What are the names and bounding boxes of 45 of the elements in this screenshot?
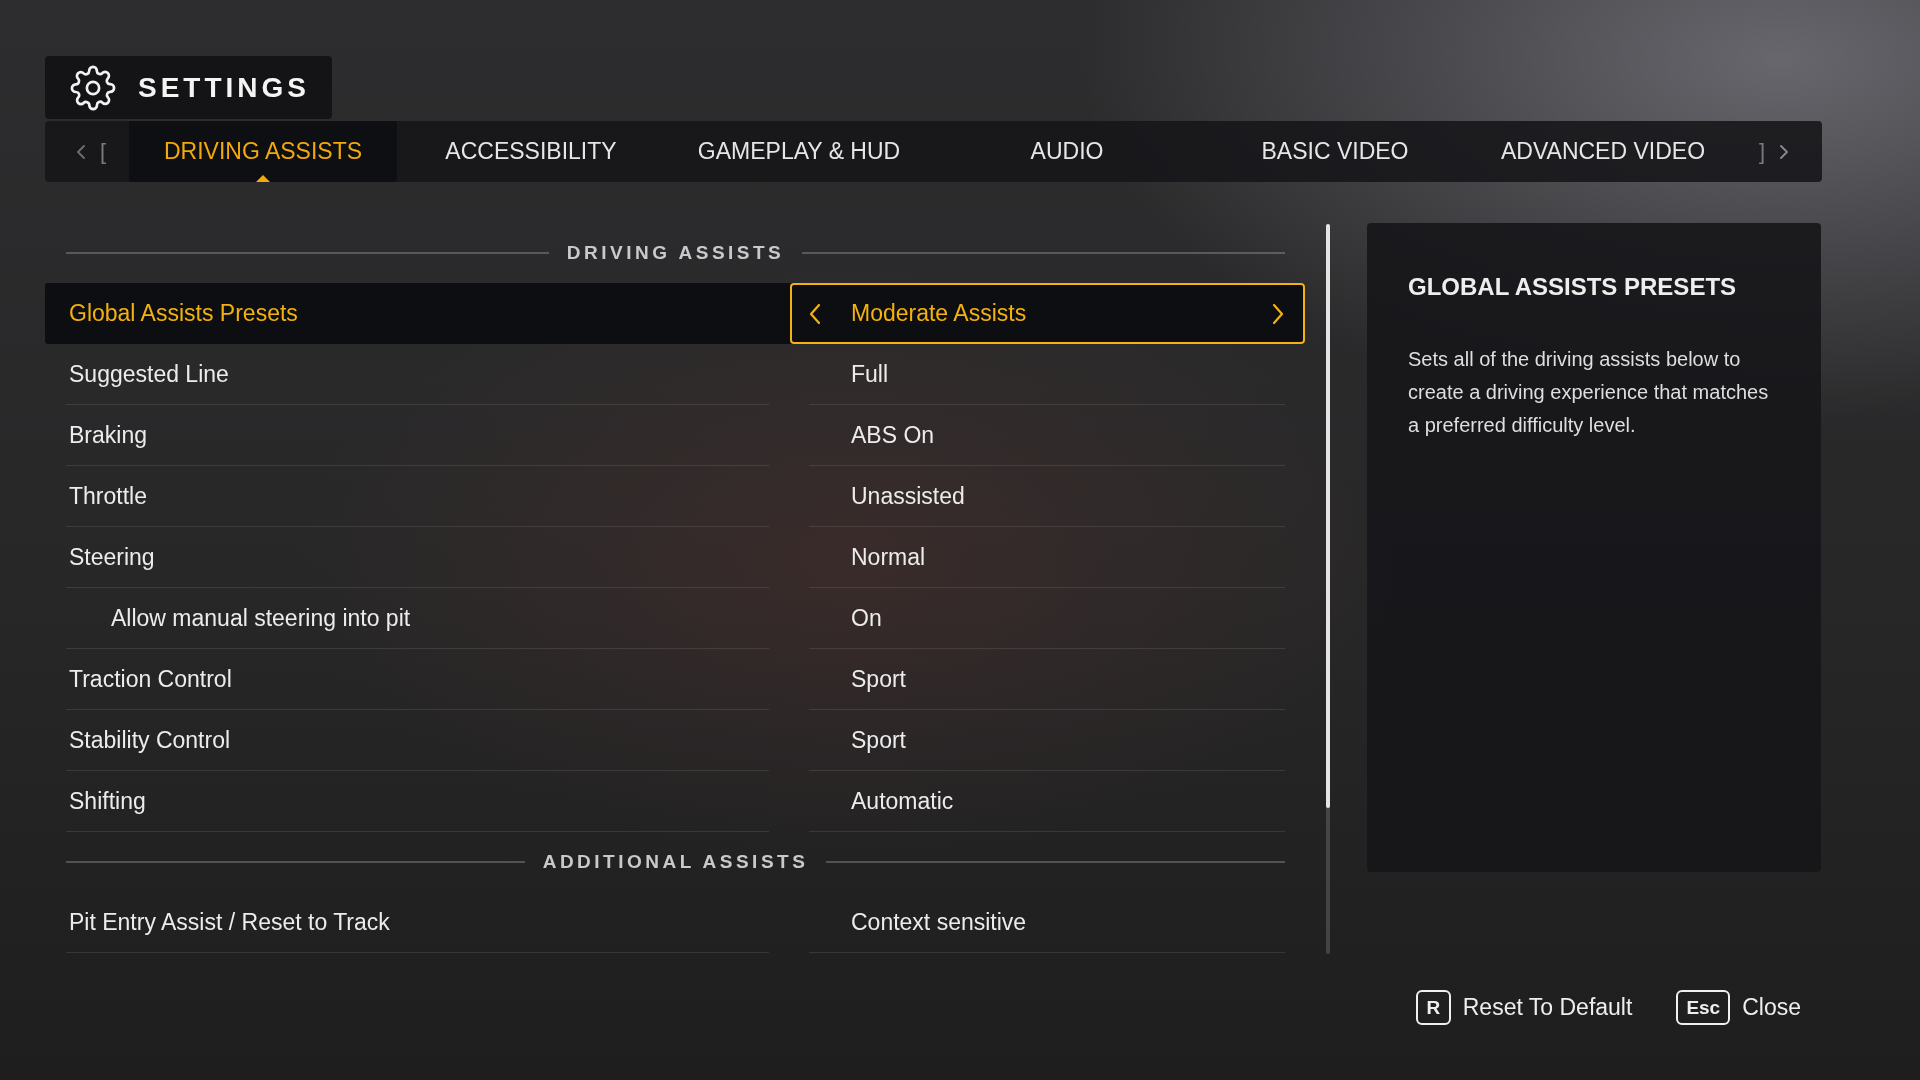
setting-label[interactable]: Braking	[69, 421, 147, 449]
setting-label[interactable]: Steering	[69, 543, 155, 571]
setting-value: Context sensitive	[851, 908, 1027, 936]
scrollbar-thumb[interactable]	[1326, 224, 1330, 808]
scrollbar[interactable]	[1326, 224, 1330, 954]
setting-label[interactable]: Throttle	[69, 482, 147, 510]
chevron-right-icon[interactable]	[1779, 143, 1790, 160]
setting-value: Full	[851, 360, 889, 388]
setting-value: On	[851, 604, 882, 632]
value-selector[interactable]: Moderate Assists	[790, 283, 1305, 344]
setting-label[interactable]: Suggested Line	[69, 360, 229, 388]
settings-icon	[70, 64, 116, 111]
highlighted-row[interactable]: Global Assists Presets Moderate Assists	[45, 283, 1305, 344]
setting-label[interactable]: Stability Control	[69, 726, 231, 754]
tab[interactable]: ADVANCED VIDEO	[1469, 121, 1737, 182]
setting-value: Unassisted	[851, 482, 965, 510]
setting-label[interactable]: Traction Control	[69, 665, 232, 693]
settings-title: SETTINGS	[138, 71, 310, 104]
setting-label[interactable]: Global Assists Presets	[69, 299, 298, 327]
setting-value: Automatic	[851, 787, 954, 815]
tab[interactable]: AUDIO	[933, 121, 1201, 182]
chevron-right-icon[interactable]	[1272, 302, 1284, 325]
chevron-left-icon[interactable]	[809, 302, 821, 325]
keycap: Esc	[1676, 990, 1731, 1025]
tab[interactable]: GAMEPLAY & HUD	[665, 121, 933, 182]
key-hint: ]	[1759, 138, 1766, 165]
section-heading: ADDITIONAL ASSISTS	[542, 851, 809, 873]
footer-action[interactable]: Esc Close	[1676, 990, 1801, 1025]
setting-label[interactable]: Allow manual steering into pit	[111, 604, 411, 632]
info-title: GLOBAL ASSISTS PRESETS	[1408, 273, 1738, 301]
section-heading: DRIVING ASSISTS	[566, 242, 785, 264]
tab[interactable]: BASIC VIDEO	[1201, 121, 1469, 182]
keycap: R	[1415, 990, 1451, 1025]
tab[interactable]: DRIVING ASSISTS	[129, 121, 397, 182]
key-hint: [	[100, 138, 107, 165]
setting-value: Sport	[851, 665, 906, 693]
setting-value: ABS On	[851, 421, 935, 449]
setting-value: Sport	[851, 726, 906, 754]
selected-marker-icon	[256, 175, 270, 182]
setting-label[interactable]: Shifting	[69, 787, 146, 815]
setting-label[interactable]: Pit Entry Assist / Reset to Track	[69, 908, 390, 936]
info-description: Sets all of the driving assists below to create a driving experience that matches a preferred difficulty level.	[1408, 347, 1770, 438]
setting-value: Normal	[851, 543, 926, 571]
tab[interactable]: ACCESSIBILITY	[397, 121, 665, 182]
footer-action[interactable]: R Reset To Default	[1415, 990, 1633, 1025]
